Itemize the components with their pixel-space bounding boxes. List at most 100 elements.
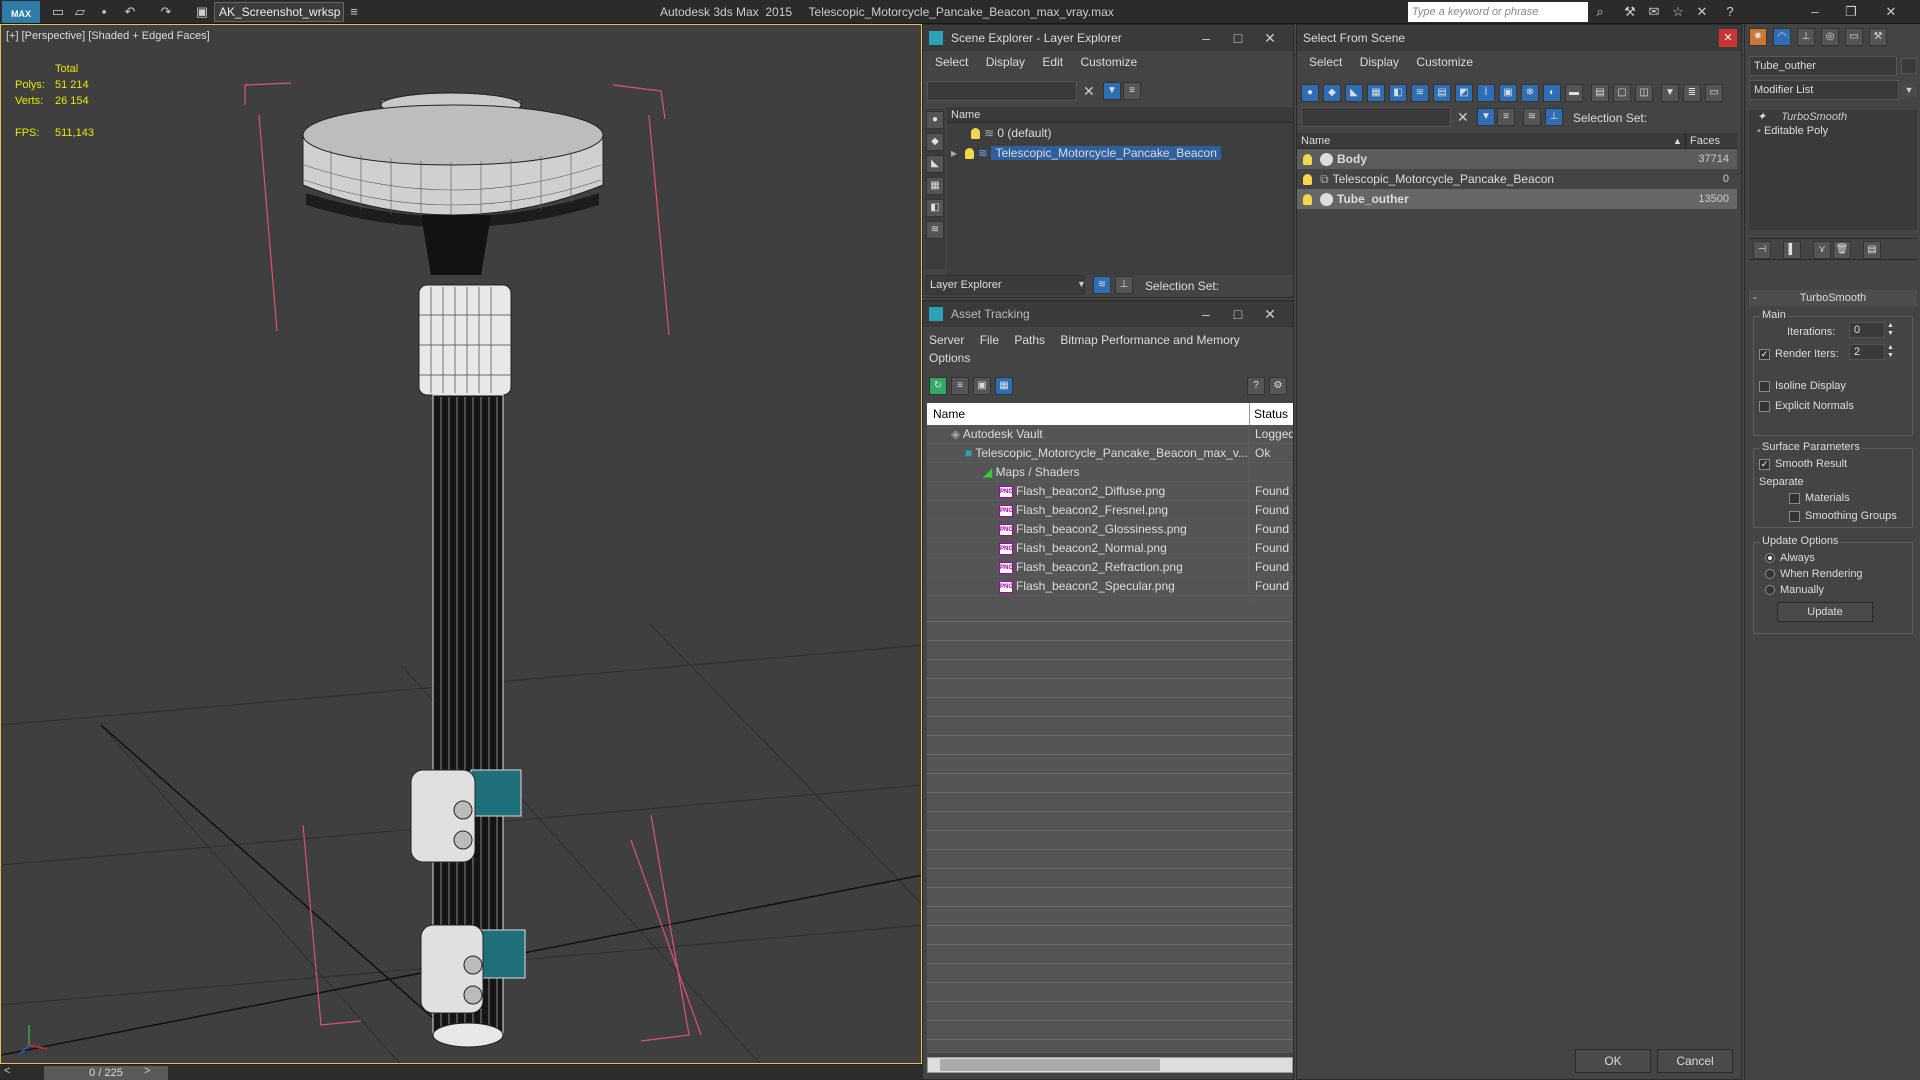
create-tab-icon[interactable]: ✸	[1749, 28, 1767, 46]
minimize-icon[interactable]: –	[1800, 3, 1830, 21]
close-icon[interactable]: ✕	[1257, 25, 1283, 51]
pin-stack-icon[interactable]: ⊣	[1753, 241, 1771, 259]
utilities-tab-icon[interactable]: ⚒	[1869, 28, 1887, 46]
new-file-icon[interactable]: ▭	[50, 4, 66, 20]
collapse-icon[interactable]: -	[1753, 290, 1757, 306]
favorites-icon[interactable]: ☆	[1670, 4, 1686, 20]
workspace-dropdown[interactable]: AK_Screenshot_wrksp	[214, 2, 344, 22]
hierarchy-icon[interactable]: ⊥	[1115, 276, 1133, 294]
menu-paths[interactable]: Paths	[1014, 333, 1045, 347]
scene-explorer-title-bar[interactable]: Scene Explorer - Layer Explorer – □ ✕	[923, 25, 1293, 51]
menu-customize[interactable]: Customize	[1080, 55, 1137, 69]
render-iters-row[interactable]: ✓ Render Iters:	[1759, 348, 1839, 360]
turbosmooth-rollout-header[interactable]: - TurboSmooth	[1749, 290, 1917, 306]
chevron-down-icon[interactable]: ▼	[1077, 279, 1086, 289]
display-geometry-icon[interactable]: ●	[926, 111, 944, 129]
sort-asc-icon[interactable]: ▲	[1673, 133, 1682, 149]
menu-bitmap-performance[interactable]: Bitmap Performance and Memory	[1060, 333, 1239, 347]
filter-frozen-icon[interactable]: ❄	[1521, 84, 1539, 102]
communication-icon[interactable]: ✉	[1646, 4, 1662, 20]
layer-sort-icon[interactable]: ≋	[1523, 108, 1541, 126]
search-icon[interactable]: ⌕	[1592, 4, 1608, 20]
select-invert-icon[interactable]: ◫	[1635, 84, 1653, 102]
update-when-rendering-radio[interactable]	[1765, 569, 1775, 580]
smooth-result-checkbox[interactable]: ✓	[1759, 458, 1770, 470]
column-name[interactable]: Name	[947, 107, 1293, 123]
show-end-result-icon[interactable]: ▌	[1783, 241, 1801, 259]
asset-row[interactable]: PNG Flash_beacon2_Diffuse.png Found	[927, 482, 1293, 501]
update-always-radio[interactable]	[1765, 553, 1775, 564]
minimize-icon[interactable]: –	[1193, 25, 1219, 51]
display-tab-icon[interactable]: ▭	[1845, 28, 1863, 46]
chevron-down-icon[interactable]: ▼	[1901, 82, 1917, 98]
find-icon[interactable]: ▼	[1661, 84, 1679, 102]
layer-filter-icon[interactable]: ≡	[1123, 82, 1141, 100]
thumbnail-view-icon[interactable]: ▣	[973, 377, 991, 395]
menu-display[interactable]: Display	[1360, 55, 1399, 69]
lightbulb-icon[interactable]: ✦	[1757, 111, 1769, 123]
project-folder-icon[interactable]: ▣	[194, 4, 210, 20]
filter-hidden-icon[interactable]: ◐	[1543, 84, 1561, 102]
update-manually-row[interactable]: Manually	[1765, 584, 1824, 596]
menu-server[interactable]: Server	[929, 333, 964, 347]
exchange-icon[interactable]: ✕	[1694, 4, 1710, 20]
filter-icon[interactable]: ▼	[1103, 82, 1121, 100]
configure-sets-icon[interactable]: ▤	[1863, 241, 1881, 259]
asset-row[interactable]: PNG Flash_beacon2_Fresnel.png Found	[927, 501, 1293, 520]
scene-explorer-search-input[interactable]	[927, 81, 1077, 101]
maximize-icon[interactable]: □	[1225, 301, 1251, 327]
lightbulb-icon[interactable]	[1303, 194, 1312, 206]
filter-cameras-icon[interactable]: ▦	[1367, 84, 1385, 102]
hierarchy-sort-icon[interactable]: ⊥	[1545, 108, 1563, 126]
spinner-arrows-icon[interactable]: ▲ ▼	[1887, 322, 1894, 338]
modifier-list-dropdown[interactable]: Modifier List	[1749, 80, 1899, 100]
filter-lights-icon[interactable]: ◣	[1345, 84, 1363, 102]
render-iters-checkbox[interactable]: ✓	[1759, 348, 1770, 360]
spinner-arrows-icon[interactable]: ▲ ▼	[1887, 344, 1894, 360]
filter-geometry-icon[interactable]: ●	[1301, 84, 1319, 102]
filter-spacewarps-icon[interactable]: ≋	[1411, 84, 1429, 102]
filter-groups-icon[interactable]: ▤	[1433, 84, 1451, 102]
column-name[interactable]: Name	[1301, 133, 1330, 149]
vault-settings-icon[interactable]: ⚙	[1269, 377, 1287, 395]
menu-edit[interactable]: Edit	[1042, 55, 1063, 69]
make-unique-icon[interactable]: ⋎	[1813, 241, 1831, 259]
save-icon[interactable]: ▪	[96, 4, 112, 20]
select-search-input[interactable]	[1301, 107, 1451, 127]
menu-options[interactable]: Options	[929, 351, 970, 365]
collapse-icon[interactable]: ▭	[1705, 84, 1723, 102]
undo-icon[interactable]: ↶	[122, 4, 138, 20]
column-status[interactable]: Status	[1249, 403, 1288, 425]
explicit-normals-checkbox[interactable]	[1759, 400, 1770, 412]
redo-icon[interactable]: ↷	[158, 4, 174, 20]
clear-search-icon[interactable]: ✕	[1083, 83, 1095, 100]
update-manually-radio[interactable]	[1765, 585, 1775, 596]
update-always-row[interactable]: Always	[1765, 552, 1815, 564]
column-name[interactable]: Name	[933, 403, 965, 425]
open-file-icon[interactable]: ▱	[72, 4, 88, 20]
maximize-icon[interactable]: □	[1225, 25, 1251, 51]
select-none-icon[interactable]: ▢	[1613, 84, 1631, 102]
render-iters-spinner[interactable]: 2	[1849, 344, 1885, 360]
expand-icon[interactable]: ▪	[1757, 125, 1764, 137]
filter-helpers-icon[interactable]: ◧	[1389, 84, 1407, 102]
close-icon[interactable]: ✕	[1876, 3, 1906, 21]
object-name-input[interactable]: Tube_outher	[1749, 56, 1897, 76]
smoothing-groups-checkbox[interactable]	[1789, 510, 1800, 522]
smoothing-groups-row[interactable]: Smoothing Groups	[1789, 510, 1897, 522]
lightbulb-icon[interactable]	[971, 128, 980, 140]
display-spacewarps-icon[interactable]: ≋	[926, 221, 944, 239]
filter-shapes-icon[interactable]: ◆	[1323, 84, 1341, 102]
display-helpers-icon[interactable]: ◧	[926, 199, 944, 217]
app-logo[interactable]: MAX	[2, 1, 40, 23]
search-input[interactable]: Type a keyword or phrase	[1408, 2, 1588, 22]
asset-row[interactable]: PNG Flash_beacon2_Refraction.png Found	[927, 558, 1293, 577]
prev-frame-icon[interactable]: <	[4, 1065, 10, 1077]
list-view-icon[interactable]: ≡	[951, 377, 969, 395]
layer-row-beacon[interactable]: ▸ ≋ Telescopic_Motorcycle_Pancake_Beacon	[947, 143, 1293, 163]
lightbulb-icon[interactable]	[1303, 174, 1312, 186]
asset-row[interactable]: ■ Telescopic_Motorcycle_Pancake_Beacon_m…	[927, 444, 1293, 463]
sort-by-layer-icon[interactable]: ≋	[1093, 276, 1111, 294]
menu-customize[interactable]: Customize	[1416, 55, 1473, 69]
close-icon[interactable]: ✕	[1257, 301, 1283, 327]
